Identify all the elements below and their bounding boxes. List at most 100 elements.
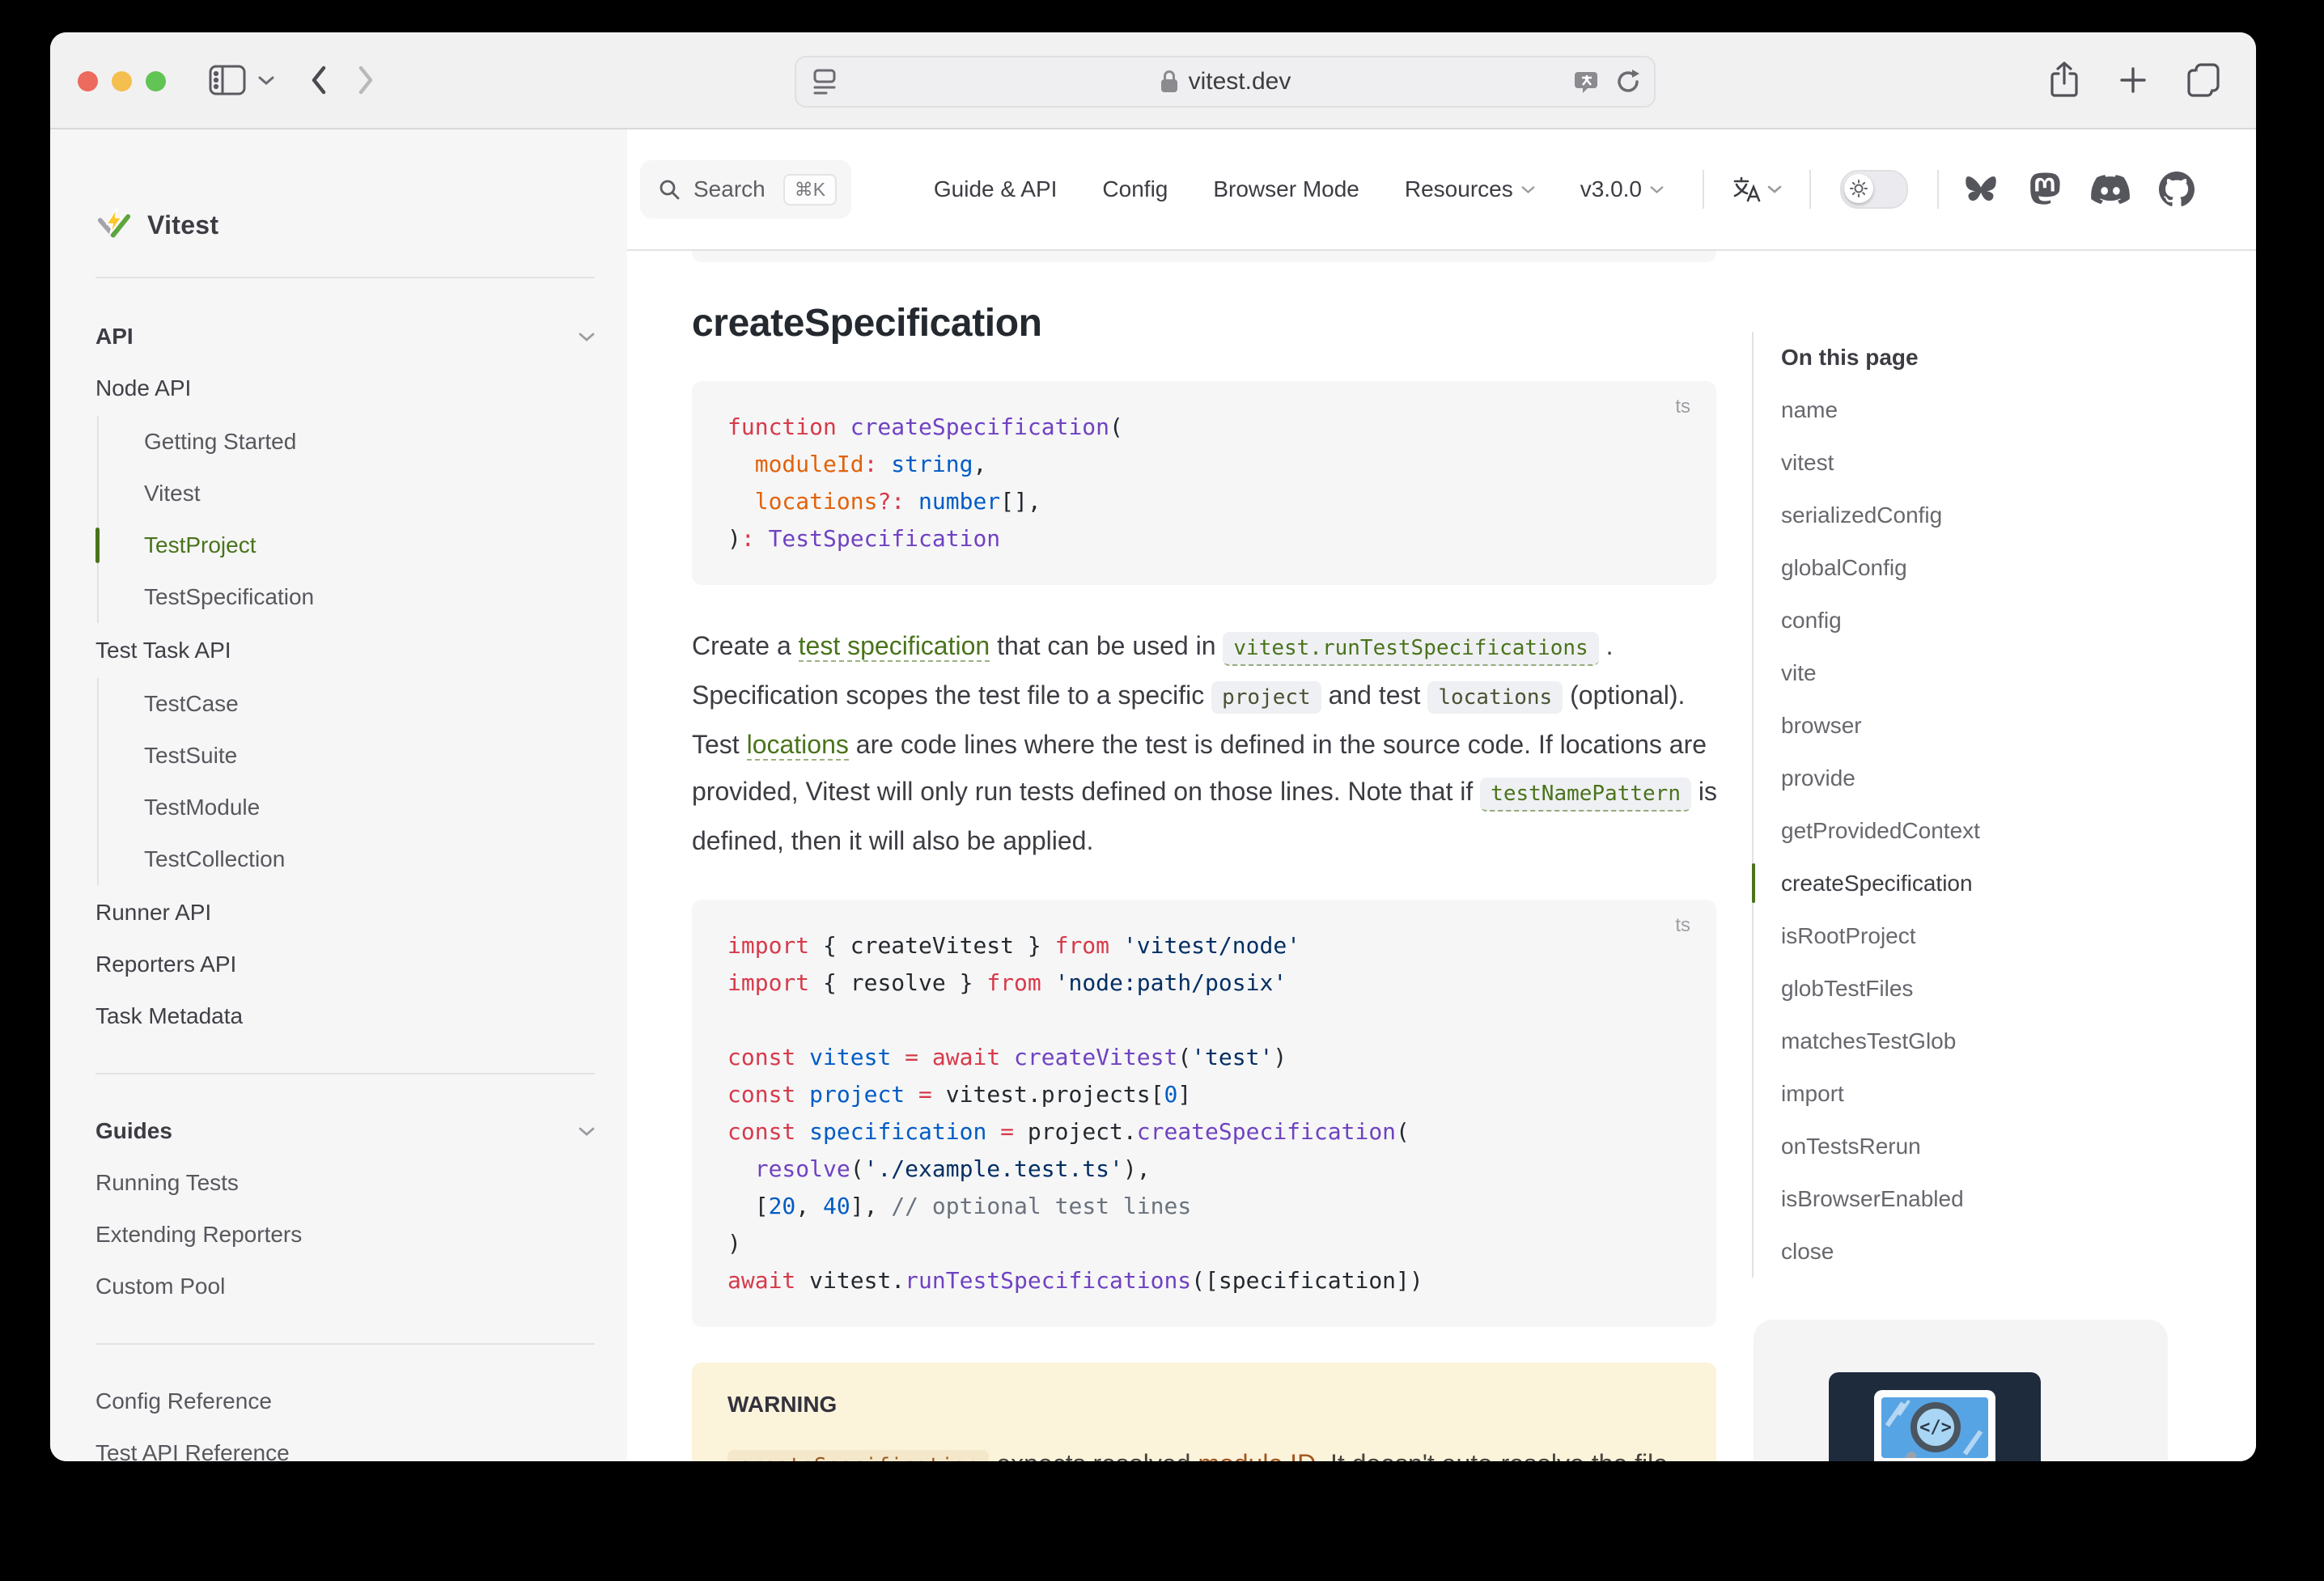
nav-link-guide-api[interactable]: Guide & API	[934, 176, 1058, 202]
reload-icon[interactable]	[1615, 68, 1641, 95]
code-line	[727, 1002, 1681, 1039]
code-example[interactable]: import { createVitest } from 'vitest/nod…	[727, 927, 1681, 1299]
bluesky-icon[interactable]	[1963, 173, 1999, 206]
sidebar-label: Reporters API	[95, 952, 236, 977]
code-line: locations?: number[],	[727, 483, 1681, 520]
share-icon[interactable]	[2049, 61, 2080, 99]
outline-item-getprovidedcontext[interactable]: getProvidedContext	[1781, 804, 2186, 857]
chevron-down-icon	[579, 332, 595, 342]
tab-overview-icon[interactable]	[2186, 62, 2220, 98]
vitest-logo[interactable]: Vitest	[95, 204, 595, 246]
sidebar-item-testcase[interactable]: TestCase	[144, 678, 595, 730]
sidebar-group-api[interactable]: API	[95, 311, 595, 362]
social-links	[1963, 172, 2195, 207]
outline-item-name[interactable]: name	[1781, 384, 2186, 436]
outline-item-vite[interactable]: vite	[1781, 646, 2186, 699]
sidebar-label: Custom Pool	[95, 1274, 225, 1299]
discord-icon[interactable]	[2091, 174, 2130, 205]
sidebar-item-testproject[interactable]: TestProject	[144, 519, 595, 571]
theme-toggle[interactable]	[1840, 170, 1908, 209]
close-window-button[interactable]	[78, 71, 98, 91]
nav-link-resources[interactable]: Resources	[1405, 176, 1535, 202]
outline-item-isbrowserenabled[interactable]: isBrowserEnabled	[1781, 1172, 2186, 1225]
url-text[interactable]: vitest.dev	[1189, 68, 1291, 95]
warning-callout: WARNING createSpecification expects reso…	[692, 1363, 1716, 1461]
magnifier-code-icon: </>	[1911, 1402, 1961, 1452]
sidebar-divider	[95, 1073, 595, 1074]
sidebar-item-getting-started[interactable]: Getting Started	[144, 416, 595, 468]
page-title: createSpecification	[692, 301, 1716, 345]
sidebar-nav: APINode APIGetting StartedVitestTestProj…	[95, 311, 595, 1461]
outline-item-serializedconfig[interactable]: serializedConfig	[1781, 489, 2186, 541]
sidebar-item-test-task-api[interactable]: Test Task API	[95, 625, 595, 676]
sidebar-label: Guides	[95, 1118, 172, 1144]
doc-code-link-testnamepattern[interactable]: testNamePattern	[1480, 778, 1691, 812]
outline-item-isrootproject[interactable]: isRootProject	[1781, 909, 2186, 962]
outline-item-matchestestglob[interactable]: matchesTestGlob	[1781, 1015, 2186, 1067]
outline-item-globalconfig[interactable]: globalConfig	[1781, 541, 2186, 594]
code-line: moduleId: string,	[727, 446, 1681, 483]
back-button-icon[interactable]	[309, 64, 329, 96]
sidebar-item-reporters-api[interactable]: Reporters API	[95, 939, 595, 990]
outline-item-provide[interactable]: provide	[1781, 752, 2186, 804]
sidebar-menu-chevron-icon[interactable]	[257, 74, 275, 86]
sidebar-item-extending-reporters[interactable]: Extending Reporters	[95, 1209, 595, 1261]
chevron-down-icon	[579, 1126, 595, 1137]
nav-link-browser-mode[interactable]: Browser Mode	[1213, 176, 1359, 202]
outline-item-vitest[interactable]: vitest	[1781, 436, 2186, 489]
chevron-down-icon	[1767, 184, 1782, 194]
mastodon-icon[interactable]	[2028, 172, 2062, 207]
sidebar-item-custom-pool[interactable]: Custom Pool	[95, 1261, 595, 1312]
sidebar-item-vitest[interactable]: Vitest	[144, 468, 595, 519]
doc-link-locations[interactable]: locations	[747, 730, 849, 761]
nav-link-label: v3.0.0	[1580, 176, 1642, 202]
code-block-signature: ts function createSpecification( moduleI…	[692, 381, 1716, 585]
sidebar-item-config-reference[interactable]: Config Reference	[95, 1375, 595, 1427]
sidebar-label: Running Tests	[95, 1170, 239, 1196]
new-tab-icon[interactable]	[2118, 66, 2148, 95]
outline-item-close[interactable]: close	[1781, 1225, 2186, 1278]
outline-item-globtestfiles[interactable]: globTestFiles	[1781, 962, 2186, 1015]
sidebar-item-testmodule[interactable]: TestModule	[144, 782, 595, 833]
sidebar-item-testsuite[interactable]: TestSuite	[144, 730, 595, 782]
sun-icon	[1850, 180, 1868, 197]
sidebar-item-testcollection[interactable]: TestCollection	[144, 833, 595, 885]
address-bar[interactable]: vitest.dev	[795, 56, 1656, 108]
nav-link-config[interactable]: Config	[1102, 176, 1168, 202]
sidebar-item-task-metadata[interactable]: Task Metadata	[95, 990, 595, 1042]
sidebar-label: Runner API	[95, 900, 211, 926]
nav-link-v3-0-0[interactable]: v3.0.0	[1580, 176, 1664, 202]
browser-sidebar-toggle-icon[interactable]	[209, 65, 246, 95]
language-switcher[interactable]	[1732, 175, 1782, 204]
outline-item-config[interactable]: config	[1781, 594, 2186, 646]
minimize-window-button[interactable]	[112, 71, 132, 91]
outline-item-createspecification[interactable]: createSpecification	[1781, 857, 2186, 909]
sidebar-item-running-tests[interactable]: Running Tests	[95, 1157, 595, 1209]
outline-item-ontestsrerun[interactable]: onTestsRerun	[1781, 1120, 2186, 1172]
warning-text: createSpecification expects resolved mod…	[727, 1439, 1674, 1461]
navbar-divider	[1809, 170, 1811, 209]
code-signature[interactable]: function createSpecification( moduleId: …	[727, 409, 1681, 557]
code-line: const vitest = await createVitest('test'…	[727, 1039, 1681, 1076]
zoom-window-button[interactable]	[146, 71, 166, 91]
theme-toggle-knob	[1844, 174, 1873, 203]
description-paragraph: Create a test specification that can be …	[692, 622, 1720, 864]
outline-item-import[interactable]: import	[1781, 1067, 2186, 1120]
sidebar-group-guides[interactable]: Guides	[95, 1105, 595, 1157]
outline-item-browser[interactable]: browser	[1781, 699, 2186, 752]
doc-link-test-specification[interactable]: test specification	[799, 631, 990, 662]
forward-button-icon[interactable]	[356, 64, 375, 96]
sidebar-item-node-api[interactable]: Node API	[95, 362, 595, 414]
sponsor-card[interactable]: </>	[1754, 1320, 2168, 1461]
nav-link-label: Config	[1102, 176, 1168, 202]
sidebar-item-testspecification[interactable]: TestSpecification	[144, 571, 595, 623]
translate-page-icon[interactable]	[1575, 69, 1601, 95]
doc-link-module-id[interactable]: module ID	[1198, 1449, 1316, 1461]
code-line: import { resolve } from 'node:path/posix…	[727, 964, 1681, 1002]
github-icon[interactable]	[2159, 172, 2195, 207]
sidebar-item-runner-api[interactable]: Runner API	[95, 887, 595, 939]
search-button[interactable]: Search ⌘K	[640, 160, 851, 218]
sidebar-item-test-api-reference[interactable]: Test API Reference	[95, 1427, 595, 1461]
doc-code-link-vitest-runtestspecifications[interactable]: vitest.runTestSpecifications	[1223, 632, 1598, 666]
lock-icon	[1160, 70, 1179, 94]
